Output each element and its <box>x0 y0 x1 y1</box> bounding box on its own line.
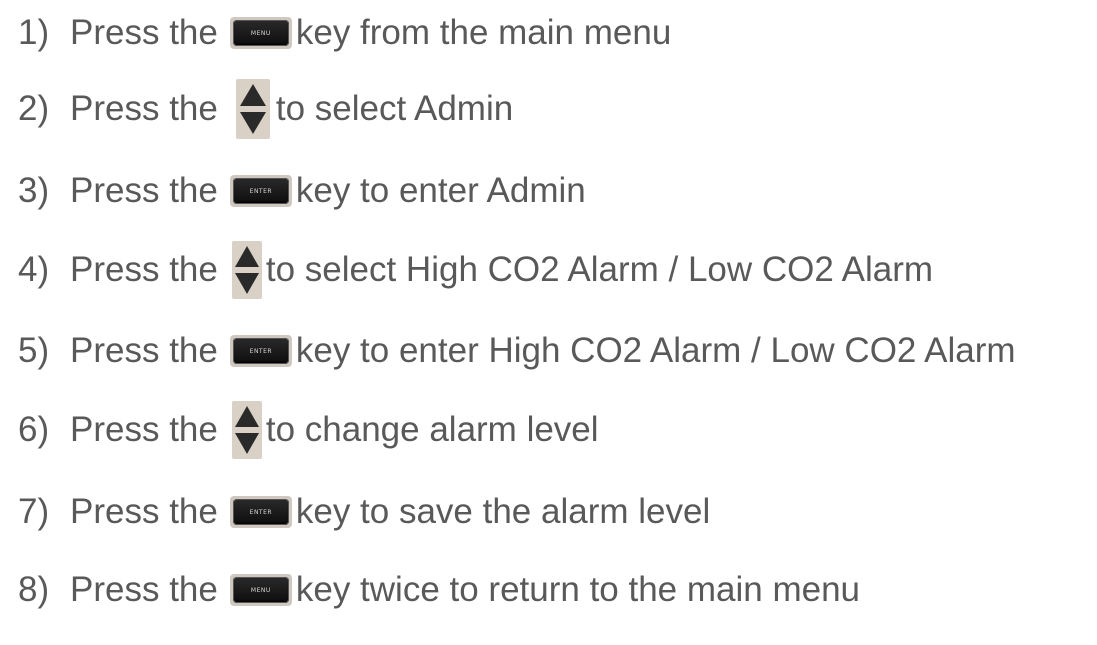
step-number: 1) <box>18 13 50 52</box>
up-down-arrow-icon <box>231 401 262 459</box>
step-text: key to enter Admin <box>295 171 586 210</box>
menu-key-icon: MENU <box>229 17 292 49</box>
step-number: 2) <box>18 89 50 128</box>
instruction-steps: 1) Press the MENU key from the main menu… <box>0 0 1097 645</box>
menu-key-label: MENU <box>250 586 271 594</box>
step-1: 1) Press the MENU key from the main menu <box>18 3 671 63</box>
step-lead: Press the <box>70 570 218 609</box>
step-7: 7) Press the ENTER key to save the alarm… <box>18 482 710 542</box>
step-text: to select Admin <box>275 89 514 128</box>
step-2: 2) Press the to select Admin <box>18 79 513 139</box>
step-6: 6) Press the to change alarm level <box>18 400 599 460</box>
step-lead: Press the <box>70 331 218 370</box>
step-lead: Press the <box>70 171 218 210</box>
up-down-arrow-icon <box>231 241 262 299</box>
step-lead: Press the <box>70 492 218 531</box>
step-text: key to enter High CO2 Alarm / Low CO2 Al… <box>295 331 1016 370</box>
step-4: 4) Press the to select High CO2 Alarm / … <box>18 240 933 300</box>
step-number: 5) <box>18 331 50 370</box>
step-number: 8) <box>18 570 50 609</box>
enter-key-label: ENTER <box>249 187 273 195</box>
enter-key-label: ENTER <box>249 508 273 516</box>
step-text: to select High CO2 Alarm / Low CO2 Alarm <box>265 250 934 289</box>
step-text: key from the main menu <box>295 13 672 52</box>
enter-key-icon: ENTER <box>229 335 292 367</box>
step-lead: Press the <box>70 410 218 449</box>
step-number: 3) <box>18 171 50 210</box>
up-down-arrow-icon <box>235 79 270 139</box>
step-3: 3) Press the ENTER key to enter Admin <box>18 161 586 221</box>
enter-key-label: ENTER <box>249 347 273 355</box>
enter-key-icon: ENTER <box>229 496 292 528</box>
step-number: 6) <box>18 410 50 449</box>
menu-key-icon: MENU <box>229 574 292 606</box>
step-text: to change alarm level <box>265 410 599 449</box>
menu-key-label: MENU <box>250 29 271 37</box>
step-number: 4) <box>18 250 50 289</box>
step-text: key twice to return to the main menu <box>295 570 861 609</box>
step-number: 7) <box>18 492 50 531</box>
step-lead: Press the <box>70 89 218 128</box>
step-lead: Press the <box>70 13 218 52</box>
step-text: key to save the alarm level <box>295 492 711 531</box>
step-lead: Press the <box>70 250 218 289</box>
step-5: 5) Press the ENTER key to enter High CO2… <box>18 321 1016 381</box>
enter-key-icon: ENTER <box>229 175 292 207</box>
step-8: 8) Press the MENU key twice to return to… <box>18 560 860 620</box>
